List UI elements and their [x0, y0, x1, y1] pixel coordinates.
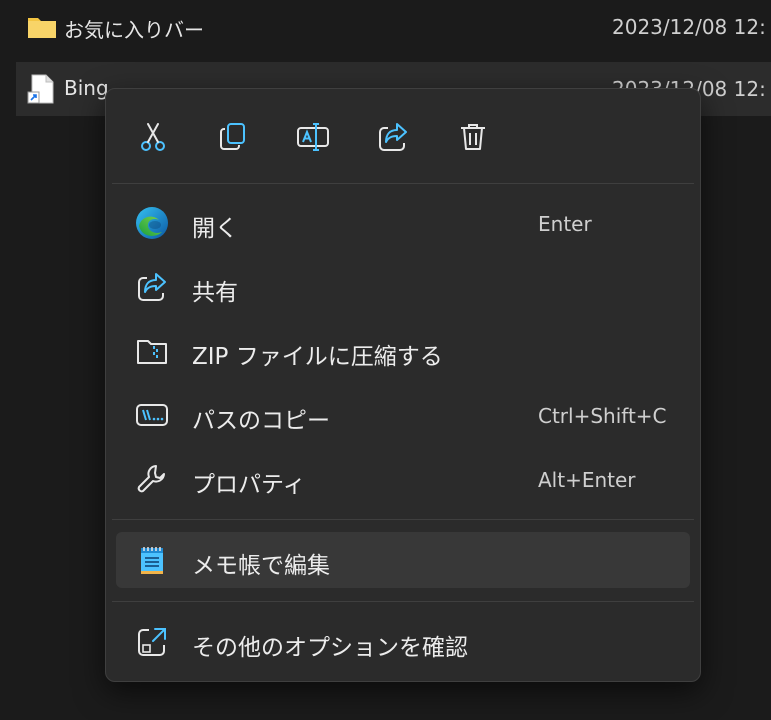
menu-item-share[interactable]: 共有	[116, 259, 690, 315]
menu-item-shortcut: Alt+Enter	[538, 468, 636, 492]
menu-item-copy-path[interactable]: パスのコピー Ctrl+Shift+C	[116, 387, 690, 443]
menu-item-label: パスのコピー	[192, 408, 330, 434]
separator	[112, 601, 694, 602]
file-name: お気に入りバー	[64, 18, 204, 42]
menu-item-more-options[interactable]: その他のオプションを確認	[116, 614, 690, 670]
file-date: 2023/12/08 12:	[612, 15, 766, 39]
cut-icon	[141, 123, 165, 151]
rename-button[interactable]	[287, 113, 339, 161]
shortcut-file-icon	[26, 74, 58, 104]
menu-item-edit-notepad[interactable]: メモ帳で編集	[116, 532, 690, 588]
file-name: Bing	[64, 76, 109, 100]
context-menu: 開く Enter 共有 ZIP ファイルに圧縮する パスのコピー Ctrl+Sh…	[105, 88, 701, 682]
menu-item-properties[interactable]: プロパティ Alt+Enter	[116, 451, 690, 507]
delete-button[interactable]	[447, 113, 499, 161]
share-button[interactable]	[367, 113, 419, 161]
menu-item-label: 共有	[192, 280, 238, 306]
copy-icon	[220, 123, 245, 150]
menu-item-shortcut: Enter	[538, 212, 592, 236]
separator	[112, 183, 694, 184]
rename-icon	[297, 123, 329, 151]
menu-item-compress-zip[interactable]: ZIP ファイルに圧縮する	[116, 323, 690, 379]
menu-item-label: その他のオプションを確認	[192, 635, 468, 661]
wrench-icon	[134, 461, 170, 497]
more-options-icon	[134, 624, 170, 660]
share-icon	[134, 269, 170, 305]
copy-path-icon	[134, 397, 170, 433]
cut-button[interactable]	[127, 113, 179, 161]
menu-item-label: プロパティ	[192, 472, 306, 498]
menu-item-open[interactable]: 開く Enter	[116, 195, 690, 251]
share-icon	[379, 123, 407, 151]
quick-actions-bar	[106, 89, 700, 183]
copy-button[interactable]	[207, 113, 259, 161]
edge-icon	[134, 205, 170, 241]
menu-item-label: メモ帳で編集	[192, 553, 330, 579]
separator	[112, 519, 694, 520]
file-row-favorites[interactable]: お気に入りバー 2023/12/08 12:	[16, 0, 771, 54]
menu-item-label: ZIP ファイルに圧縮する	[192, 344, 443, 370]
folder-icon	[26, 12, 58, 42]
menu-item-shortcut: Ctrl+Shift+C	[538, 404, 667, 428]
delete-icon	[461, 124, 485, 150]
zip-folder-icon	[134, 333, 170, 369]
menu-item-label: 開く	[192, 216, 238, 242]
notepad-icon	[134, 542, 170, 578]
